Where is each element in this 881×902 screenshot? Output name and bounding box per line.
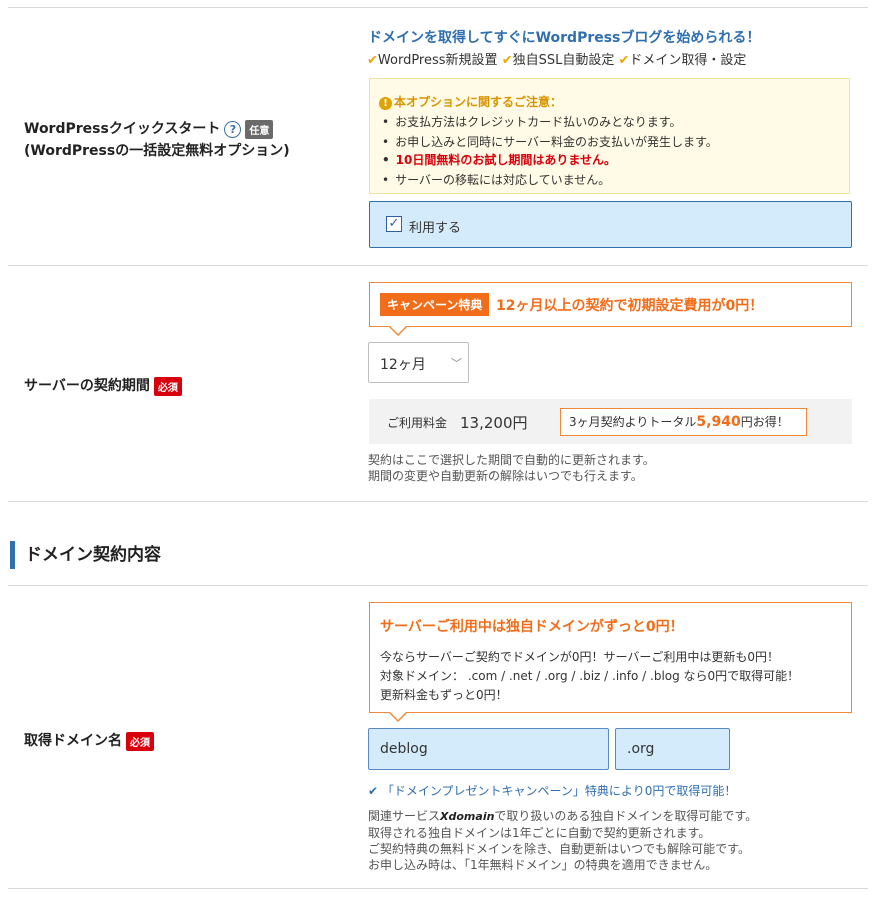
divider bbox=[8, 7, 868, 8]
use-option-label[interactable]: 利用する bbox=[409, 217, 461, 236]
callout-tail-fill bbox=[389, 711, 407, 720]
required-badge: 必須 bbox=[153, 376, 182, 396]
promo-title: サーバーご利用中は独自ドメインがずっと0円！ bbox=[380, 619, 684, 635]
check-icon: ✔ bbox=[368, 784, 379, 798]
required-badge: 必須 bbox=[126, 731, 154, 751]
chevron-down-icon: ﹀ bbox=[451, 357, 462, 370]
feature-item: ドメイン取得・設定 bbox=[629, 53, 747, 68]
wp-headline: ドメインを取得してすぐにWordPressブログを始められる！ bbox=[368, 30, 761, 46]
divider bbox=[8, 265, 868, 266]
campaign-tag: キャンペーン特典 bbox=[380, 293, 490, 316]
divider bbox=[8, 585, 868, 586]
feature-item: 独自SSL自動設定 bbox=[512, 53, 615, 68]
check-icon: ✔ bbox=[501, 53, 513, 68]
campaign-box: キャンペーン特典 12ヶ月以上の契約で初期設定費用が0円！ bbox=[369, 282, 852, 327]
divider bbox=[8, 888, 868, 889]
notice-item: サーバーの移転には対応していません。 bbox=[382, 171, 610, 188]
savings-amount: 5,940 bbox=[696, 414, 741, 430]
use-option-checkbox-row[interactable]: ✓ 利用する bbox=[369, 201, 852, 248]
wp-quickstart-title: WordPressクイックスタート bbox=[24, 121, 221, 137]
domain-label: 取得ドメイン名 必須 bbox=[24, 730, 154, 751]
price-row: ご利用料金 13,200円 3ヶ月契約よりトータル5,940円お得！ bbox=[369, 399, 852, 444]
optional-badge: 任意 bbox=[245, 119, 274, 139]
tld-select[interactable]: .org bbox=[615, 728, 730, 770]
feature-item: WordPress新規設置 bbox=[377, 53, 498, 68]
period-label: サーバーの契約期間 必須 bbox=[24, 375, 182, 396]
wp-quickstart-label: WordPressクイックスタート? 任意 bbox=[24, 118, 274, 139]
domain-notes: 関連サービスXdomainで取り扱いのある独自ドメインを取得可能です。 取得され… bbox=[368, 809, 758, 872]
domain-promo-box: サーバーご利用中は独自ドメインがずっと0円！ 今ならサーバーご契約でドメインが0… bbox=[369, 602, 852, 713]
domain-name-input[interactable]: deblog bbox=[368, 728, 609, 770]
check-icon: ✔ bbox=[618, 53, 630, 68]
callout-tail-fill bbox=[389, 325, 407, 334]
divider bbox=[8, 501, 868, 502]
check-icon: ✔ bbox=[367, 53, 378, 68]
notice-title: ! 本オプションに関するご注意： bbox=[379, 93, 562, 110]
notice-item: お申し込みと同時にサーバー料金のお支払いが発生します。 bbox=[382, 133, 718, 150]
checkbox-checked-icon[interactable]: ✓ bbox=[386, 216, 402, 232]
period-note: 契約はここで選択した期間で自動的に更新されます。 期間の変更や自動更新の解除はい… bbox=[368, 453, 655, 483]
savings-box: 3ヶ月契約よりトータル5,940円お得！ bbox=[560, 408, 807, 436]
present-note: ✔ 「ドメインプレゼントキャンペーン」特典により0円で取得可能！ bbox=[368, 784, 737, 798]
period-select[interactable]: 12ヶ月 ﹀ bbox=[368, 342, 469, 383]
notice-item-warning: 10日間無料のお試し期間はありません。 bbox=[382, 151, 616, 168]
notice-item: お支払方法はクレジットカード払いのみとなります。 bbox=[382, 113, 681, 130]
price-value: 13,200円 bbox=[460, 414, 528, 432]
warning-icon: ! bbox=[379, 97, 392, 110]
price-label: ご利用料金 bbox=[387, 416, 448, 430]
section-title: ドメイン契約内容 bbox=[10, 541, 161, 569]
help-icon[interactable]: ? bbox=[224, 120, 242, 138]
promo-body: 今ならサーバーご契約でドメインが0円！サーバーご利用中は更新も0円！ 対象ドメイ… bbox=[380, 650, 800, 702]
period-select-value: 12ヶ月 bbox=[380, 357, 426, 373]
notice-box: !本オプションに関するご注意： お支払方法はクレジットカード払いのみとなります。… bbox=[369, 78, 850, 194]
campaign-text: 12ヶ月以上の契約で初期設定費用が0円！ bbox=[496, 298, 764, 314]
wp-feature-list: ✔WordPress新規設置 ✔独自SSL自動設定 ✔ドメイン取得・設定 bbox=[367, 49, 746, 68]
xdomain-logo[interactable]: Xdomain bbox=[440, 810, 494, 823]
wp-quickstart-sublabel: (WordPressの一括設定無料オプション) bbox=[24, 143, 290, 159]
